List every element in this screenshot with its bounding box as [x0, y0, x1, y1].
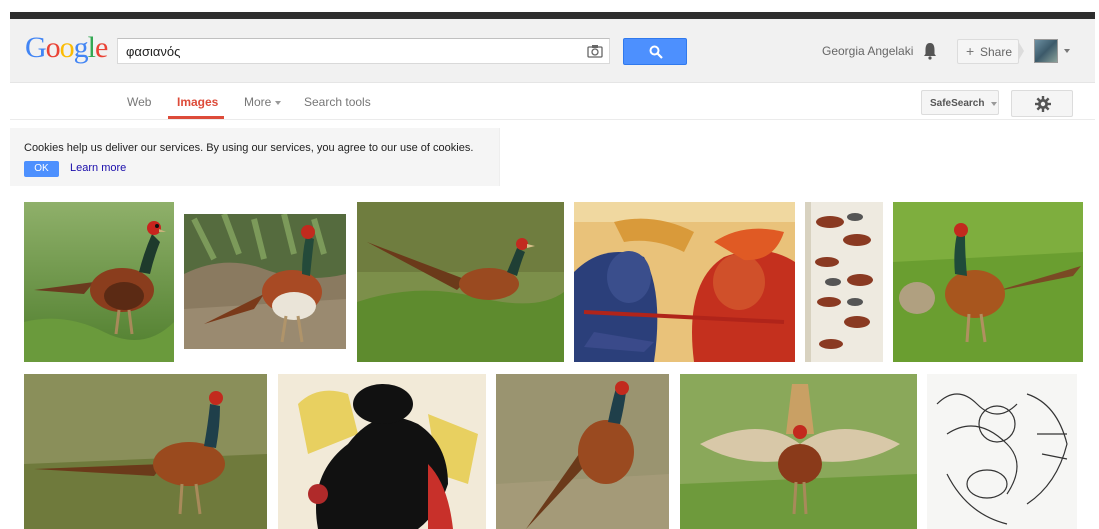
- image-result[interactable]: [805, 202, 883, 362]
- safesearch-button[interactable]: SafeSearch: [921, 90, 999, 115]
- gear-icon: [1035, 96, 1051, 112]
- image-result[interactable]: [24, 374, 267, 529]
- search-icon: [649, 45, 663, 59]
- learn-more-link[interactable]: Learn more: [70, 162, 126, 174]
- plus-icon: +: [966, 43, 975, 59]
- image-result[interactable]: [927, 374, 1077, 529]
- safesearch-label: SafeSearch: [930, 98, 985, 109]
- search-button[interactable]: [623, 38, 687, 65]
- image-result[interactable]: [680, 374, 917, 529]
- image-result[interactable]: [184, 214, 346, 349]
- cookie-message: Cookies help us deliver our services. By…: [24, 142, 474, 154]
- settings-button[interactable]: [1011, 90, 1073, 117]
- logo-letter: l: [87, 31, 96, 64]
- image-result[interactable]: [278, 374, 486, 529]
- image-result[interactable]: [24, 202, 174, 362]
- user-name-link[interactable]: Georgia Angelaki: [822, 44, 913, 58]
- cookie-notice: Cookies help us deliver our services. By…: [10, 128, 500, 186]
- chevron-down-icon: [991, 102, 997, 106]
- tab-search-tools[interactable]: Search tools: [304, 95, 371, 109]
- search-query-text: φασιανός: [126, 44, 181, 59]
- camera-icon[interactable]: [587, 44, 603, 58]
- tab-web[interactable]: Web: [127, 95, 151, 109]
- avatar[interactable]: [1034, 39, 1058, 63]
- search-nav-bar: Web Images More Search tools SafeSearch: [10, 84, 1095, 120]
- logo-letter: g: [73, 31, 89, 64]
- google-logo[interactable]: Google: [25, 31, 108, 65]
- header: Google φασιανός Georgia Angelaki + Share: [10, 19, 1095, 83]
- tab-more-label: More: [244, 95, 272, 109]
- logo-letter: o: [59, 31, 75, 64]
- cookie-ok-button[interactable]: OK: [24, 161, 59, 177]
- chevron-down-icon[interactable]: [1064, 49, 1070, 53]
- tab-more[interactable]: More: [244, 95, 282, 109]
- image-result[interactable]: [574, 202, 795, 362]
- search-input[interactable]: φασιανός: [117, 38, 610, 64]
- share-label: Share: [980, 45, 1013, 59]
- google-images-page: Google φασιανός Georgia Angelaki + Share: [0, 0, 1099, 529]
- notifications-bell-icon[interactable]: [923, 42, 937, 60]
- logo-letter: e: [95, 31, 108, 64]
- image-result[interactable]: [357, 202, 564, 362]
- image-result[interactable]: [496, 374, 669, 529]
- window-left-edge: [0, 0, 10, 529]
- share-arrow-decoration: [1018, 41, 1024, 61]
- image-result[interactable]: [893, 202, 1083, 362]
- logo-letter: o: [45, 31, 61, 64]
- logo-letter: G: [25, 31, 47, 64]
- tab-images[interactable]: Images: [177, 95, 218, 109]
- chevron-down-icon: [275, 100, 282, 105]
- share-button[interactable]: + Share: [957, 39, 1019, 64]
- active-tab-underline: [168, 116, 224, 119]
- google-black-bar: [10, 12, 1095, 19]
